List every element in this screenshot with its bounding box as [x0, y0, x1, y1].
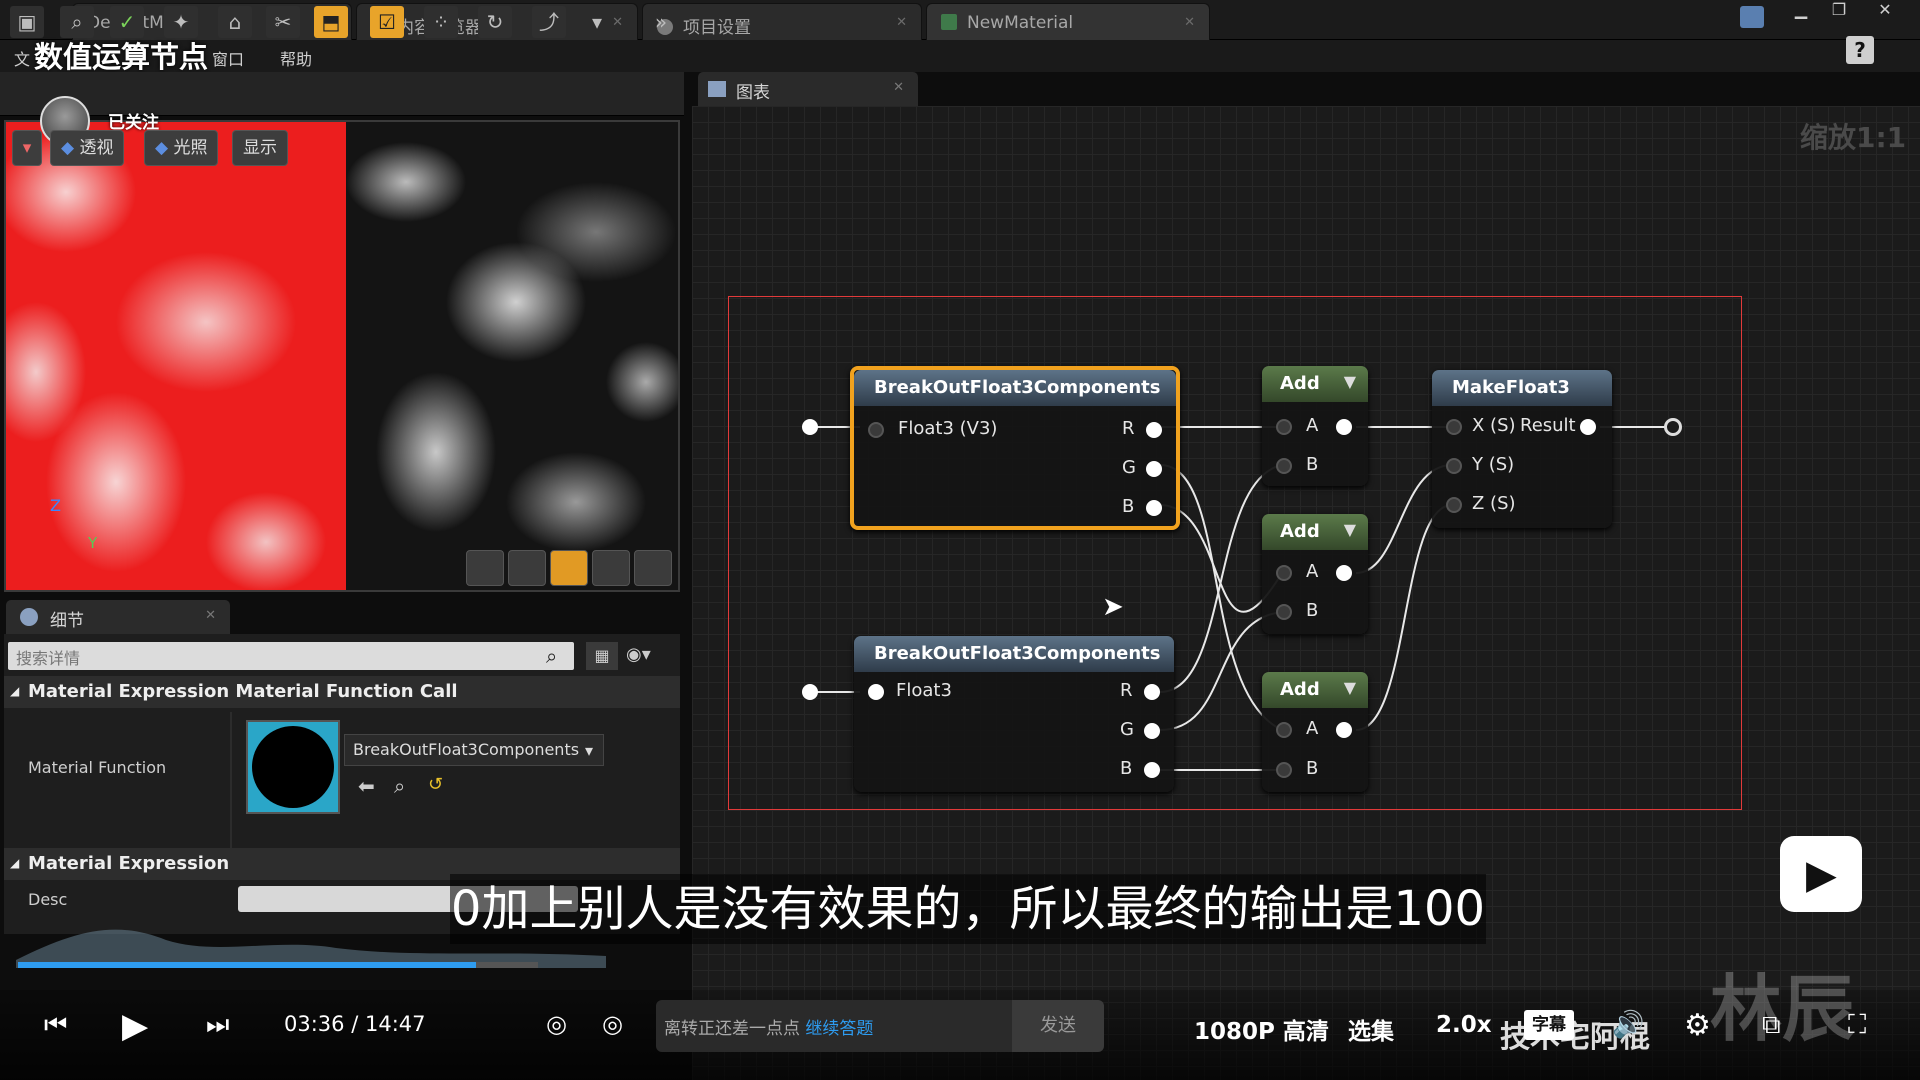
mouse-cursor-icon: ➤	[1102, 592, 1124, 622]
node-title: MakeFloat3	[1432, 370, 1612, 406]
node-title: BreakOutFloat3Components	[854, 370, 1176, 406]
pin-result-out[interactable]	[1580, 419, 1596, 435]
pin-label: R	[1120, 680, 1133, 701]
pin-label: Float3 (V3)	[898, 418, 998, 439]
node-add-2[interactable]: Add ▼ A B	[1262, 514, 1368, 634]
input-pin[interactable]	[802, 419, 818, 435]
pin-r-out[interactable]	[1144, 684, 1160, 700]
pin-b-out[interactable]	[1144, 762, 1160, 778]
pin-label: A	[1306, 561, 1319, 582]
pin-b-in[interactable]	[1276, 458, 1292, 474]
input-pin[interactable]	[802, 684, 818, 700]
next-icon[interactable]: ⏭	[206, 1010, 229, 1041]
pin-label: Z (S)	[1472, 493, 1516, 514]
chevron-down-icon[interactable]: ▼	[1344, 372, 1356, 391]
wire	[1355, 504, 1453, 731]
play-icon: ▶	[1806, 852, 1837, 898]
pin-z-in[interactable]	[1446, 497, 1462, 513]
total-time: 14:47	[364, 1012, 426, 1036]
channel-watermark: 林辰	[1710, 967, 1855, 1051]
pin-y-in[interactable]	[1446, 458, 1462, 474]
pin-label: Y (S)	[1472, 454, 1515, 475]
settings-gear-icon[interactable]: ⚙	[1684, 1008, 1711, 1043]
pin-out[interactable]	[1336, 565, 1352, 581]
pin-a-in[interactable]	[1276, 419, 1292, 435]
play-icon[interactable]: ▶	[122, 1006, 148, 1046]
pin-b-in[interactable]	[1276, 762, 1292, 778]
pin-b-in[interactable]	[1276, 604, 1292, 620]
subtitles-button[interactable]: 字幕	[1524, 1010, 1574, 1040]
pin-label: G	[1120, 719, 1134, 740]
pin-b-out[interactable]	[1146, 500, 1162, 516]
pin-a-in[interactable]	[1276, 722, 1292, 738]
danmu-toggle-icon[interactable]: ◎	[546, 1010, 567, 1038]
episodes-button[interactable]: 选集	[1348, 1012, 1394, 1046]
pin-float3-in[interactable]	[868, 422, 884, 438]
danmu-prompt: 离转正还差一点点	[664, 1019, 800, 1039]
pin-float3-in[interactable]	[868, 684, 884, 700]
pin-label: B	[1306, 454, 1319, 475]
prev-icon[interactable]: ⏮	[44, 1010, 67, 1041]
progress-fill	[18, 962, 476, 968]
node-add-3[interactable]: Add ▼ A B	[1262, 672, 1368, 792]
pin-label: B	[1306, 758, 1319, 779]
heat-wave	[16, 929, 606, 968]
danmu-link[interactable]: 继续答题	[805, 1019, 873, 1039]
node-breakout-1[interactable]: BreakOutFloat3Components Float3 (V3) R G…	[850, 366, 1180, 530]
pin-label: B	[1120, 758, 1133, 779]
node-title: BreakOutFloat3Components	[854, 636, 1174, 672]
speed-button[interactable]: 2.0x	[1436, 1012, 1492, 1038]
node-makefloat3[interactable]: MakeFloat3 X (S) Result Y (S) Z (S)	[1432, 370, 1612, 528]
output-pin[interactable]	[1664, 418, 1682, 436]
pin-label: R	[1122, 418, 1135, 439]
pin-x-in[interactable]	[1446, 419, 1462, 435]
node-breakout-2[interactable]: BreakOutFloat3Components Float3 R G B	[854, 636, 1174, 792]
node-add-1[interactable]: Add ▼ A B	[1262, 366, 1368, 486]
pin-g-out[interactable]	[1144, 723, 1160, 739]
danmu-input[interactable]: 离转正还差一点点 继续答题	[656, 1000, 1012, 1052]
pin-label: B	[1306, 600, 1319, 621]
pin-label-result: Result	[1520, 415, 1576, 436]
time-display: 03:36 / 14:47	[284, 1012, 426, 1036]
pin-a-in[interactable]	[1276, 565, 1292, 581]
pin-label: G	[1122, 457, 1136, 478]
pin-label: Float3	[896, 680, 952, 701]
chevron-down-icon[interactable]: ▼	[1344, 678, 1356, 697]
time-separator: /	[351, 1012, 359, 1036]
pin-label: A	[1306, 718, 1319, 739]
danmu-settings-icon[interactable]: ◎	[602, 1010, 623, 1038]
pin-out[interactable]	[1336, 419, 1352, 435]
volume-icon[interactable]: 🔊	[1612, 1010, 1644, 1040]
bilibili-tv-icon[interactable]: ▶	[1780, 836, 1862, 912]
send-button[interactable]: 发送	[1012, 1000, 1104, 1052]
current-time: 03:36	[284, 1012, 345, 1036]
pin-label: X (S)	[1472, 415, 1516, 436]
pin-label: B	[1122, 496, 1135, 517]
pin-g-out[interactable]	[1146, 461, 1162, 477]
screen: u DefaultMap 内容浏览器✕ 项目设置✕ NewMaterial✕ ▁…	[0, 0, 1920, 1080]
chevron-down-icon[interactable]: ▼	[1344, 520, 1356, 539]
pin-label: A	[1306, 415, 1319, 436]
quality-button[interactable]: 1080P 高清	[1194, 1012, 1329, 1046]
pin-out[interactable]	[1336, 722, 1352, 738]
pin-r-out[interactable]	[1146, 422, 1162, 438]
